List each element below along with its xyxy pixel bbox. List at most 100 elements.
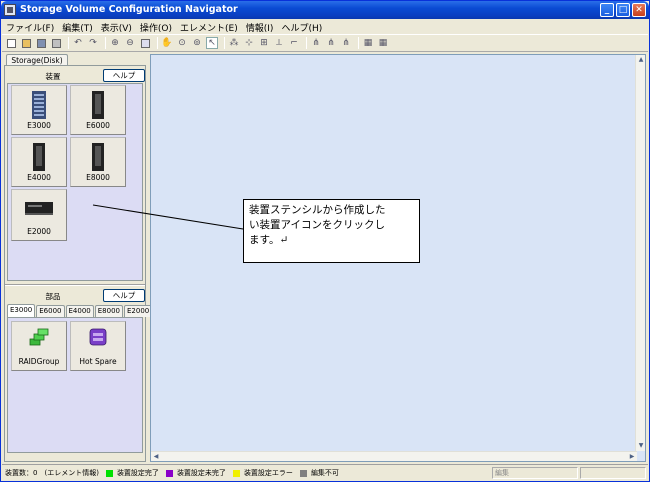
- legend-error: 装置設定エラー: [232, 468, 293, 478]
- zoom-select-icon[interactable]: ⊚: [191, 37, 203, 49]
- device-label: E2000: [27, 227, 51, 236]
- layout-1-icon[interactable]: ⁂: [228, 37, 240, 49]
- toolbar-separator: [224, 37, 225, 49]
- device-stencil-e8000[interactable]: E8000: [70, 137, 126, 187]
- zoom-area-icon[interactable]: ⊙: [176, 37, 188, 49]
- device-stencil-area: E3000 E6000 E4000 E8000 E2000: [7, 83, 143, 281]
- part-stencil-hot-spare[interactable]: Hot Spare: [70, 321, 126, 371]
- legend-label: 装置設定未完了: [176, 469, 226, 477]
- parts-stencil-area: RAIDGroup Hot Spare: [7, 317, 143, 453]
- devices-help-button[interactable]: ヘルプ: [103, 69, 145, 82]
- scroll-down-icon[interactable]: ▼: [636, 441, 646, 451]
- instruction-callout: 装置ステンシルから作成した い装置アイコンをクリックし ます。↵: [243, 199, 420, 263]
- toolbar-separator: [105, 37, 106, 49]
- part-stencil-raid-group[interactable]: RAIDGroup: [11, 321, 67, 371]
- callout-line-3: ます。↵: [249, 234, 289, 246]
- zoom-in-icon[interactable]: ⊕: [109, 37, 121, 49]
- save-icon[interactable]: [35, 37, 47, 49]
- tower-storage-icon: [92, 91, 104, 119]
- menu-info[interactable]: 情報(I): [246, 21, 274, 34]
- toolbar: ↶ ↷ ⊕ ⊖ ✋ ⊙ ⊚ ↖ ⁂ ⊹ ⊞ ⟂ ⌐ ⋔ ⋔ ⋔ ▦ ▦: [2, 34, 648, 52]
- tree-3-icon[interactable]: ⋔: [340, 37, 352, 49]
- device-label: E4000: [27, 173, 51, 182]
- menu-view[interactable]: 表示(V): [101, 21, 132, 34]
- status-field: [580, 467, 646, 479]
- minimize-button[interactable]: _: [600, 3, 614, 17]
- section-divider[interactable]: [5, 284, 145, 286]
- part-label: RAIDGroup: [18, 357, 60, 366]
- device-label: E3000: [27, 121, 51, 130]
- vertical-scrollbar[interactable]: ▲ ▼: [635, 55, 645, 451]
- horizontal-scrollbar[interactable]: ◀ ▶: [151, 451, 637, 461]
- raid-group-icon: [29, 328, 49, 346]
- grid-2-icon[interactable]: ▦: [377, 37, 389, 49]
- menu-edit[interactable]: 編集(T): [62, 21, 93, 34]
- parts-help-button[interactable]: ヘルプ: [103, 289, 145, 302]
- window-title: Storage Volume Configuration Navigator: [20, 4, 238, 15]
- device-stencil-e4000[interactable]: E4000: [11, 137, 67, 187]
- title-bar[interactable]: Storage Volume Configuration Navigator _…: [1, 1, 649, 19]
- menu-help[interactable]: ヘルプ(H): [281, 21, 322, 34]
- maximize-button[interactable]: □: [616, 3, 630, 17]
- toolbar-separator: [157, 37, 158, 49]
- grid-1-icon[interactable]: ▦: [362, 37, 374, 49]
- scroll-right-icon[interactable]: ▶: [627, 452, 637, 462]
- legend-label: 装置設定完了: [116, 469, 159, 477]
- tab-parts-e6000[interactable]: E6000: [36, 305, 65, 317]
- fit-icon[interactable]: [139, 37, 151, 49]
- device-stencil-e3000[interactable]: E3000: [11, 85, 67, 135]
- pan-icon[interactable]: ✋: [161, 37, 173, 49]
- legend-incomplete: 装置設定未完了: [165, 468, 226, 478]
- layout-5-icon[interactable]: ⌐: [288, 37, 300, 49]
- app-window: Storage Volume Configuration Navigator _…: [0, 0, 650, 482]
- menu-file[interactable]: ファイル(F): [6, 21, 54, 34]
- tree-1-icon[interactable]: ⋔: [310, 37, 322, 49]
- green-status-swatch: [105, 469, 113, 477]
- tab-parts-e4000[interactable]: E4000: [65, 305, 94, 317]
- menu-operation[interactable]: 操作(O): [140, 21, 172, 34]
- device-count: 装置数：0: [5, 469, 38, 477]
- new-icon[interactable]: [5, 37, 17, 49]
- close-button[interactable]: ✕: [632, 3, 646, 17]
- stencil-panel: Storage(Disk) 装置 ヘルプ E3000 E6000 E4000 E…: [4, 54, 153, 462]
- device-stencil-e2000[interactable]: E2000: [11, 189, 67, 241]
- rack-storage-icon: [32, 91, 46, 119]
- callout-line-2: い装置アイコンをクリックし: [249, 219, 385, 231]
- toolbar-separator: [358, 37, 359, 49]
- device-label: E6000: [86, 121, 110, 130]
- tree-2-icon[interactable]: ⋔: [325, 37, 337, 49]
- tower-storage-icon: [92, 143, 104, 171]
- menu-bar: ファイル(F) 編集(T) 表示(V) 操作(O) エレメント(E) 情報(I)…: [2, 20, 648, 34]
- zoom-out-icon[interactable]: ⊖: [124, 37, 136, 49]
- scroll-up-icon[interactable]: ▲: [636, 55, 646, 65]
- tab-parts-e2000[interactable]: E2000: [124, 305, 153, 317]
- purple-status-swatch: [165, 469, 173, 477]
- layout-2-icon[interactable]: ⊹: [243, 37, 255, 49]
- scroll-left-icon[interactable]: ◀: [151, 452, 161, 462]
- status-bar: 装置数：0 (エレメント情報) 装置設定完了 装置設定未完了 装置設定エラー 編…: [2, 464, 648, 481]
- legend-readonly: 編集不可: [299, 468, 339, 478]
- desktop-storage-icon: [25, 202, 53, 215]
- tab-parts-e3000[interactable]: E3000: [7, 304, 36, 317]
- parts-section-title: 部品: [45, 292, 61, 301]
- app-icon: [4, 4, 16, 16]
- legend-label: 編集不可: [310, 469, 339, 477]
- devices-section-header: 装置 ヘルプ: [7, 69, 145, 83]
- toolbar-separator: [306, 37, 307, 49]
- print-icon[interactable]: [50, 37, 62, 49]
- undo-icon[interactable]: ↶: [72, 37, 84, 49]
- device-stencil-e6000[interactable]: E6000: [70, 85, 126, 135]
- devices-section-title: 装置: [45, 72, 61, 81]
- legend-complete: 装置設定完了: [105, 468, 159, 478]
- tower-storage-icon: [33, 143, 45, 171]
- toolbar-separator: [68, 37, 69, 49]
- redo-icon[interactable]: ↷: [87, 37, 99, 49]
- select-arrow-icon[interactable]: ↖: [206, 37, 218, 49]
- tab-parts-e8000[interactable]: E8000: [94, 305, 123, 317]
- hot-spare-icon: [89, 328, 107, 346]
- open-icon[interactable]: [20, 37, 32, 49]
- layout-4-icon[interactable]: ⟂: [273, 37, 285, 49]
- parts-tab-strip: E3000 E6000 E4000 E8000 E2000: [7, 304, 153, 317]
- menu-element[interactable]: エレメント(E): [180, 21, 238, 34]
- layout-3-icon[interactable]: ⊞: [258, 37, 270, 49]
